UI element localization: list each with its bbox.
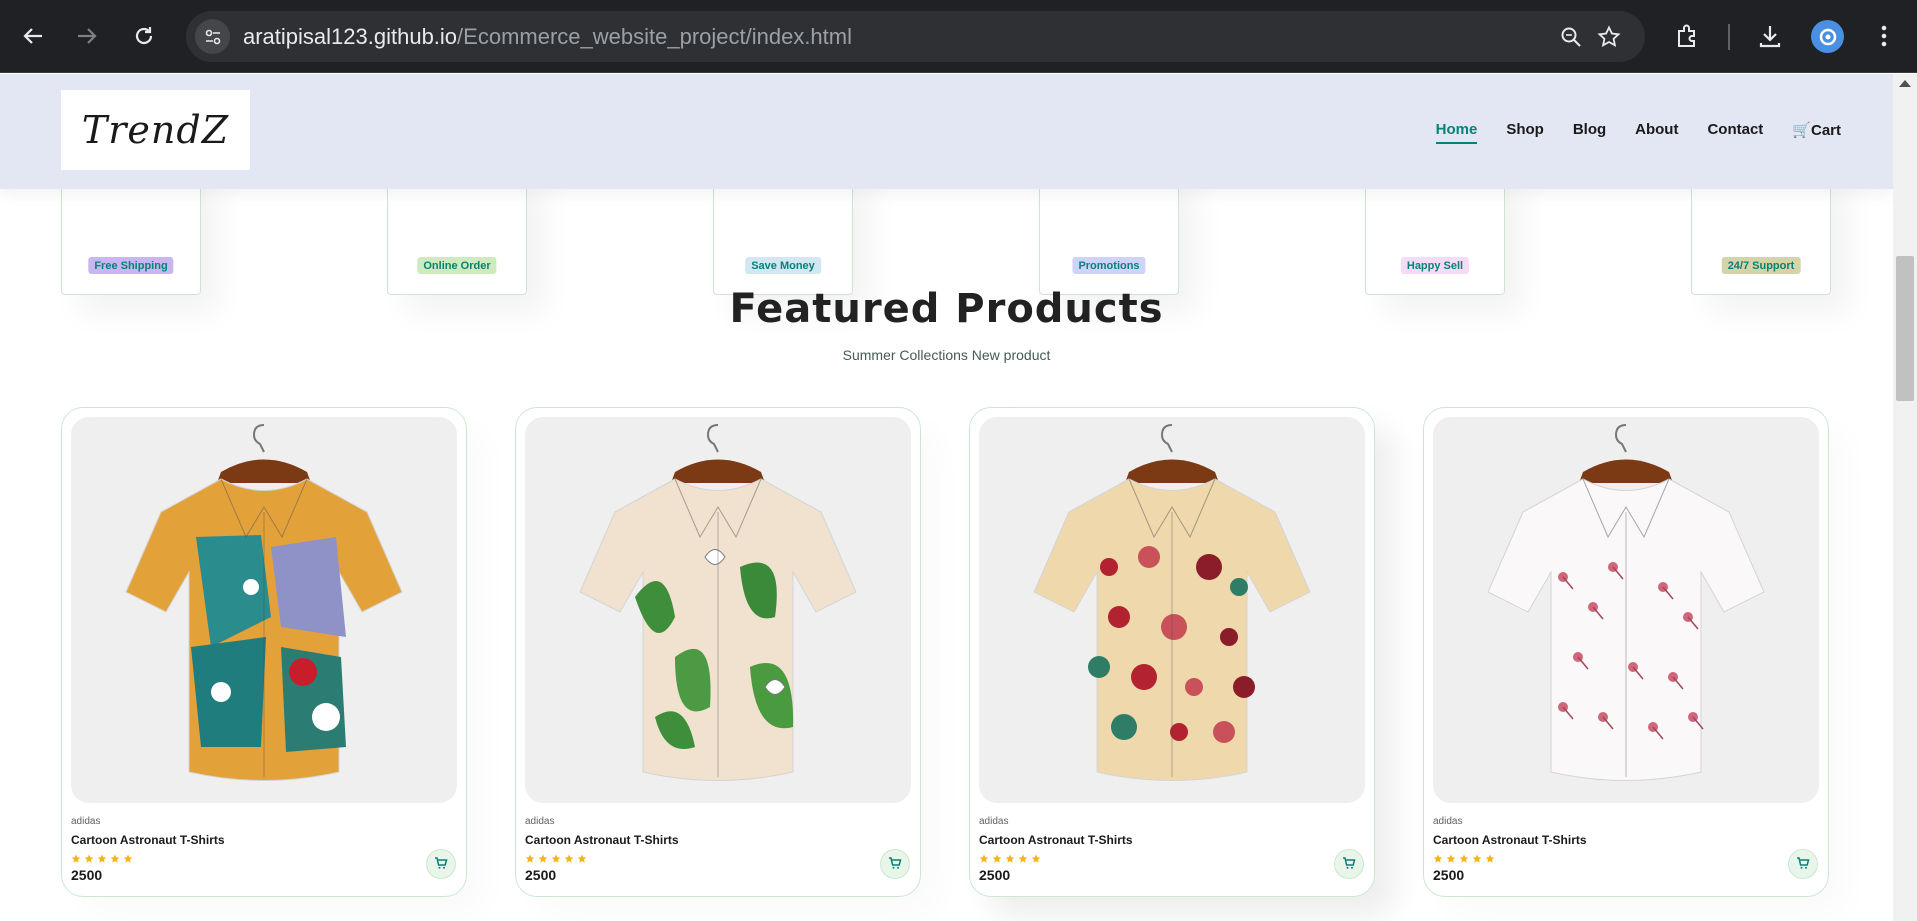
section-subtitle: Summer Collections New product (842, 347, 1051, 363)
product-name: Cartoon Astronaut T-Shirts (71, 833, 225, 847)
star-icon (1485, 849, 1495, 868)
product-card[interactable]: adidas Cartoon Astronaut T-Shirts 2500 (61, 407, 467, 897)
web-page: Free Shipping Online Order Save Money Promo… (0, 74, 1893, 921)
product-image[interactable] (1433, 417, 1819, 803)
product-image[interactable] (71, 417, 457, 803)
feature-label: Promotions (1072, 257, 1146, 274)
url-domain: aratipisal123.github.io (243, 24, 458, 49)
extensions-icon[interactable] (1670, 18, 1706, 54)
product-rating (979, 849, 1041, 868)
star-icon (979, 849, 989, 868)
product-card[interactable]: adidas Cartoon Astronaut T-Shirts 2500 (515, 407, 921, 897)
product-rating (71, 849, 133, 868)
star-icon (71, 849, 81, 868)
product-price: 2500 (525, 867, 557, 883)
download-icon[interactable] (1752, 18, 1788, 54)
star-icon (1433, 849, 1443, 868)
star-icon (1459, 849, 1469, 868)
product-price: 2500 (71, 867, 103, 883)
star-icon (992, 849, 1002, 868)
feature-label: Free Shipping (88, 257, 174, 274)
add-to-cart-button[interactable] (426, 849, 456, 879)
cart-icon (1796, 855, 1810, 874)
product-name: Cartoon Astronaut T-Shirts (1433, 833, 1587, 847)
product-price: 2500 (1433, 867, 1465, 883)
toolbar-divider (1728, 24, 1730, 50)
star-icon (1446, 849, 1456, 868)
nav-contact[interactable]: Contact (1707, 121, 1763, 139)
address-bar[interactable]: aratipisal123.github.io/Ecommerce_websit… (186, 11, 1645, 62)
navbar: Home Shop Blog About Contact 🛒Cart (1435, 121, 1841, 144)
star-icon (110, 849, 120, 868)
star-icon (577, 849, 587, 868)
feature-label: Save Money (745, 257, 821, 274)
nav-cart[interactable]: 🛒Cart (1792, 121, 1841, 139)
cart-icon (434, 855, 448, 874)
reload-icon[interactable] (126, 18, 162, 54)
product-card[interactable]: adidas Cartoon Astronaut T-Shirts 2500 (969, 407, 1375, 897)
product-card[interactable]: adidas Cartoon Astronaut T-Shirts 2500 (1423, 407, 1829, 897)
profile-avatar-icon[interactable] (1811, 20, 1844, 53)
section-title: Featured Products (729, 286, 1164, 332)
star-icon (551, 849, 561, 868)
zoom-icon[interactable] (1558, 24, 1584, 50)
product-name: Cartoon Astronaut T-Shirts (525, 833, 679, 847)
add-to-cart-button[interactable] (880, 849, 910, 879)
url-path: /Ecommerce_website_project/index.html (457, 24, 852, 49)
product-image[interactable] (525, 417, 911, 803)
star-icon (1472, 849, 1482, 868)
back-arrow-icon[interactable] (15, 18, 51, 54)
feature-label: 24/7 Support (1721, 257, 1801, 274)
bookmark-star-icon[interactable] (1596, 24, 1622, 50)
feature-label: Online Order (417, 257, 497, 274)
nav-shop[interactable]: Shop (1506, 121, 1544, 139)
star-icon (538, 849, 548, 868)
star-icon (1018, 849, 1028, 868)
star-icon (1005, 849, 1015, 868)
add-to-cart-button[interactable] (1334, 849, 1364, 879)
forward-arrow-icon[interactable] (69, 18, 105, 54)
product-brand: adidas (525, 816, 555, 827)
star-icon (123, 849, 133, 868)
product-price: 2500 (979, 867, 1011, 883)
url-text: aratipisal123.github.io/Ecommerce_websit… (243, 24, 852, 50)
feature-label: Happy Sell (1400, 257, 1470, 274)
nav-home[interactable]: Home (1435, 121, 1477, 144)
browser-toolbar: aratipisal123.github.io/Ecommerce_websit… (0, 0, 1917, 73)
product-brand: adidas (979, 816, 1009, 827)
star-icon (84, 849, 94, 868)
product-rating (525, 849, 587, 868)
scrollbar[interactable] (1893, 74, 1917, 921)
product-brand: adidas (71, 816, 101, 827)
product-rating (1433, 849, 1495, 868)
cart-icon (1342, 855, 1356, 874)
scrollbar-thumb[interactable] (1896, 256, 1914, 401)
nav-about[interactable]: About (1635, 121, 1678, 139)
menu-kebab-icon[interactable] (1866, 18, 1902, 54)
logo-text: TrendZ (81, 108, 230, 152)
logo[interactable]: TrendZ (61, 90, 250, 170)
add-to-cart-button[interactable] (1788, 849, 1818, 879)
star-icon (97, 849, 107, 868)
product-name: Cartoon Astronaut T-Shirts (979, 833, 1133, 847)
cart-icon (888, 855, 902, 874)
star-icon (564, 849, 574, 868)
site-settings-icon[interactable] (195, 19, 230, 54)
site-header: TrendZ Home Shop Blog About Contact 🛒Car… (0, 74, 1893, 189)
star-icon (1031, 849, 1041, 868)
product-brand: adidas (1433, 816, 1463, 827)
scroll-up-arrow-icon[interactable] (1899, 80, 1911, 87)
product-image[interactable] (979, 417, 1365, 803)
star-icon (525, 849, 535, 868)
nav-blog[interactable]: Blog (1573, 121, 1606, 139)
